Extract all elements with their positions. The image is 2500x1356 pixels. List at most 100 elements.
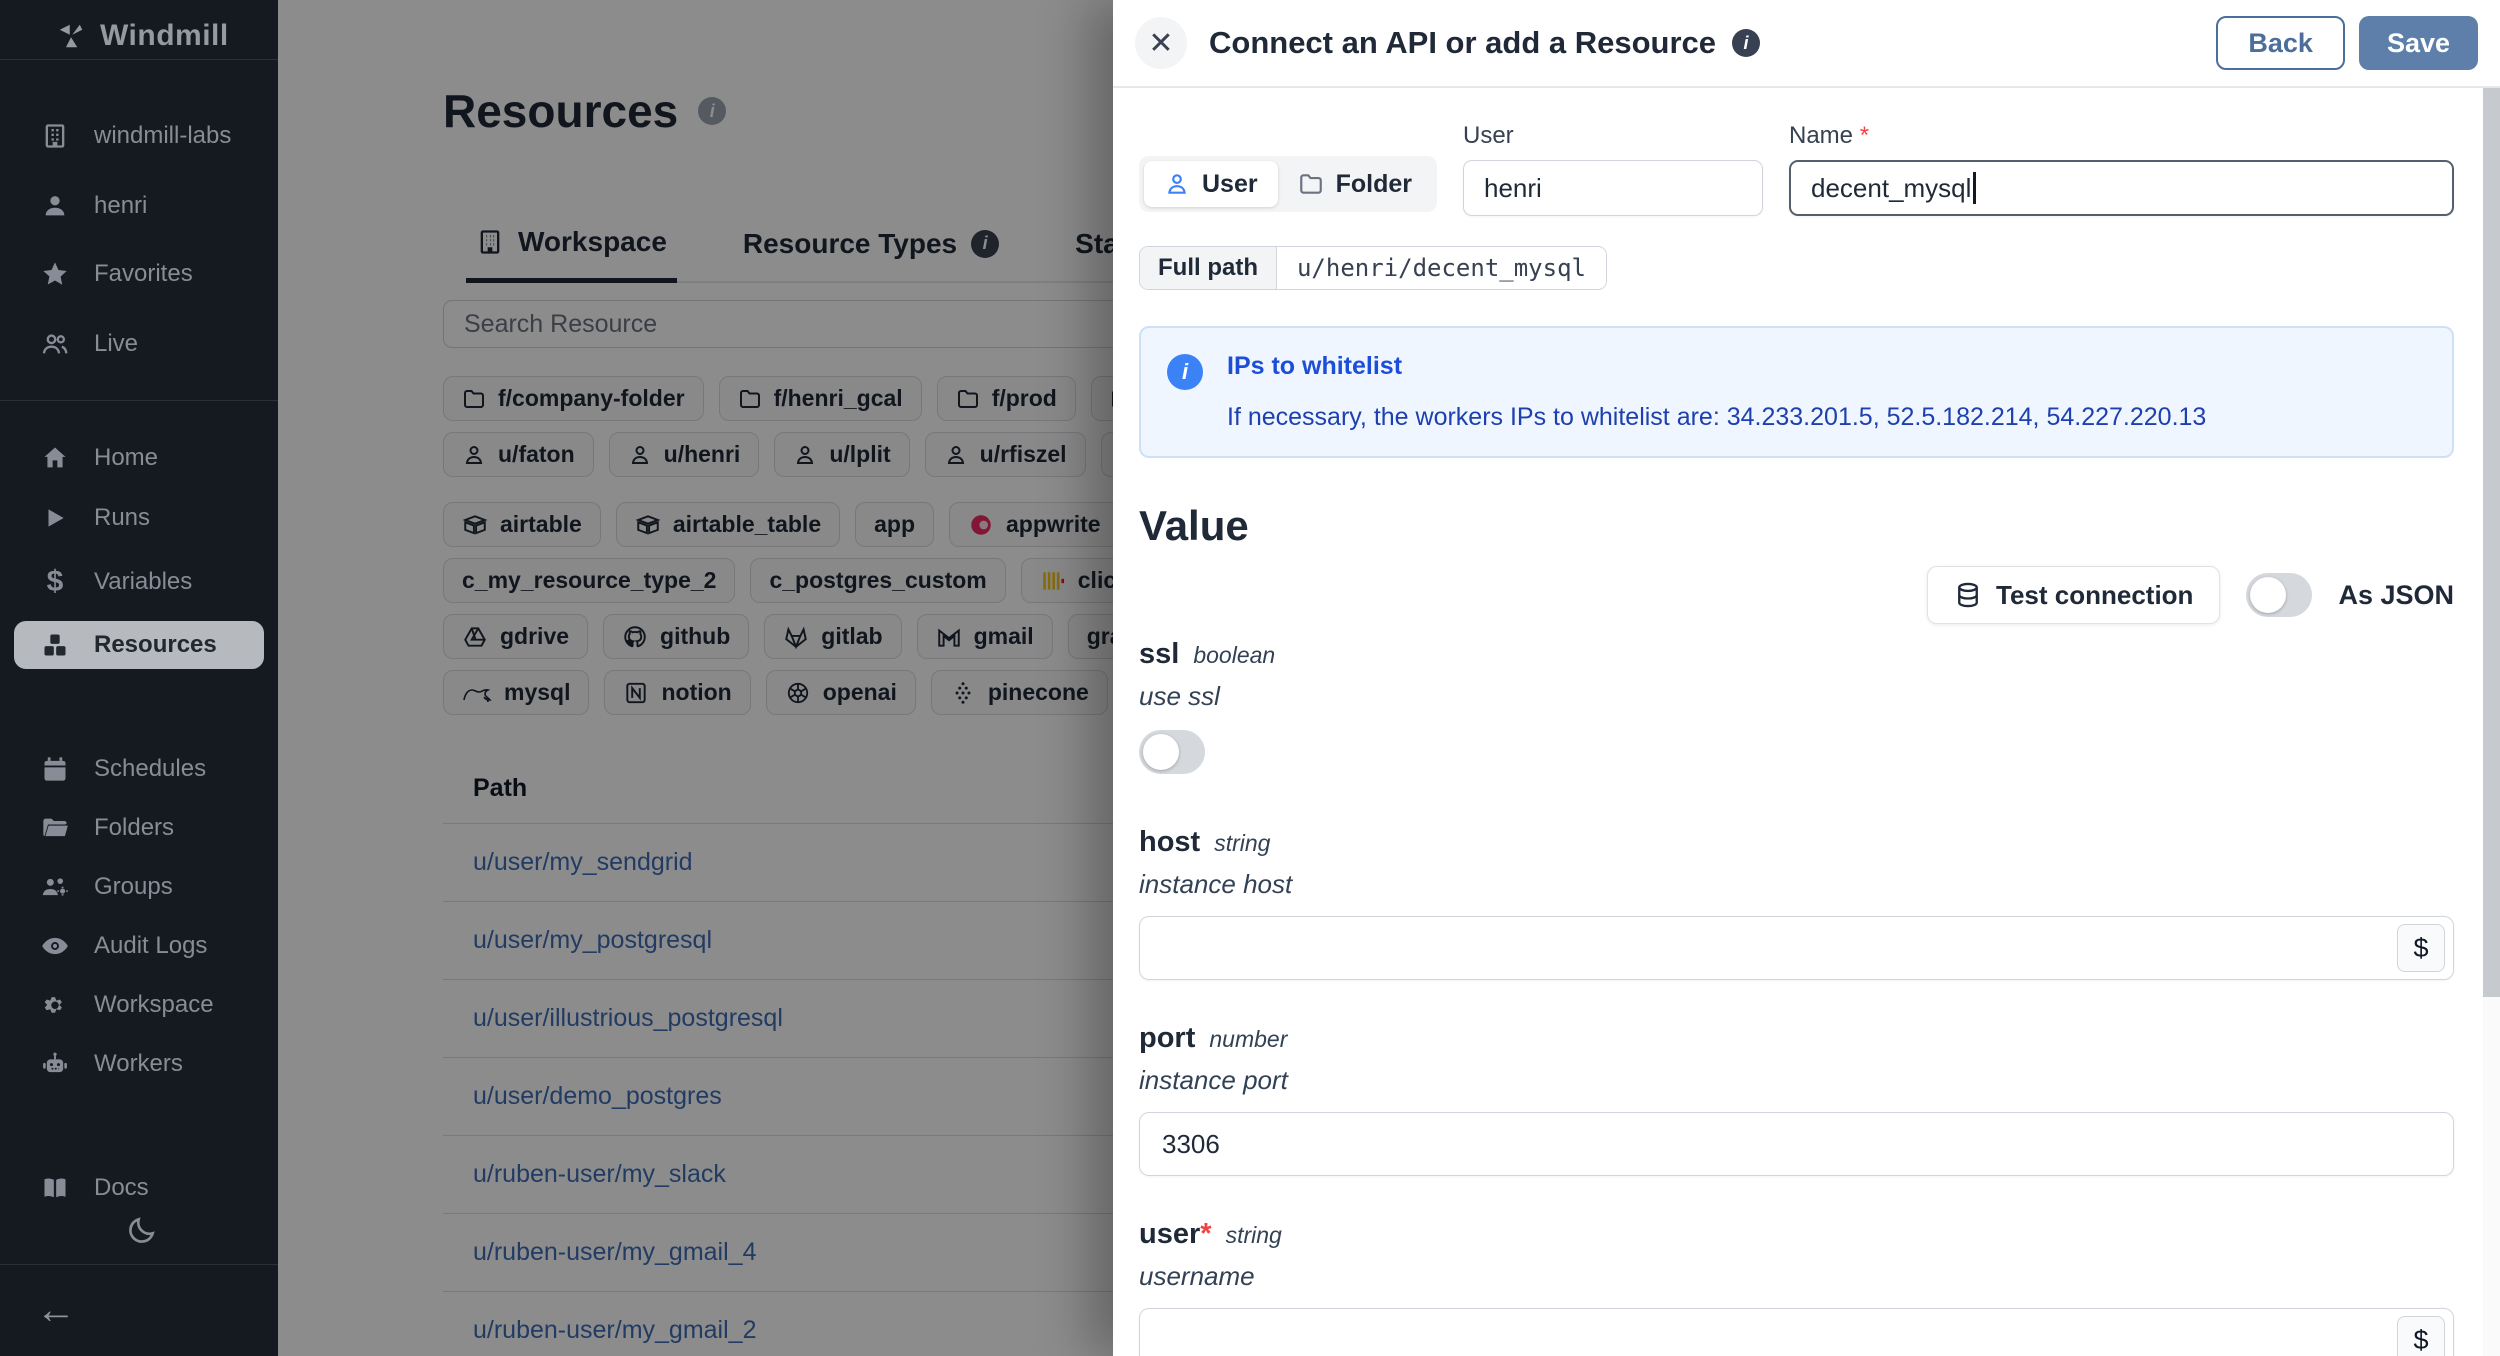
users-icon [40, 329, 70, 359]
sidebar-item-variables[interactable]: $ Variables [40, 558, 193, 606]
full-path-value: u/henri/decent_mysql [1276, 247, 1606, 289]
dark-mode-toggle[interactable] [120, 1208, 164, 1252]
port-input-wrap [1139, 1112, 2454, 1176]
sidebar-item-docs[interactable]: Docs [40, 1164, 149, 1212]
gear-icon [40, 990, 70, 1020]
field-type: boolean [1193, 642, 1276, 668]
field-name: port number [1139, 1022, 1288, 1054]
toggle-knob [1143, 734, 1179, 770]
sidebar-item-live[interactable]: Live [40, 320, 138, 368]
field-description: instance port [1139, 1065, 1288, 1095]
collapse-sidebar-arrow-icon[interactable]: ← [34, 1288, 78, 1332]
host-input-wrap: $ [1139, 916, 2454, 980]
close-icon[interactable]: ✕ [1135, 17, 1187, 69]
eye-icon [40, 931, 70, 961]
user-input[interactable]: henri [1463, 160, 1763, 216]
insert-variable-dollar-button[interactable]: $ [2397, 1316, 2445, 1356]
owner-kind-user[interactable]: User [1144, 161, 1278, 207]
user-field-label: User [1463, 122, 1514, 149]
app-logo[interactable]: Windmill [56, 12, 229, 60]
user-icon [40, 191, 70, 221]
sidebar-item-workspace-settings[interactable]: Workspace [40, 981, 214, 1029]
drawer-info-icon[interactable]: i [1732, 29, 1761, 57]
drawer-scrollbar-thumb[interactable] [2483, 88, 2500, 997]
sidebar-item-workspace-switcher[interactable]: windmill-labs [40, 112, 231, 160]
database-icon [1958, 582, 1978, 608]
folder-icon [1299, 174, 1322, 194]
field-description: username [1139, 1261, 1255, 1291]
sidebar-item-label: Folders [94, 814, 175, 841]
drawer-actions: Back Save [2216, 16, 2478, 70]
owner-kind-toggle: User Folder [1139, 156, 1437, 212]
field-type: string [1214, 830, 1271, 856]
field-description: use ssl [1139, 681, 1220, 711]
user-field: User henri [1463, 122, 1763, 216]
sidebar-item-label: windmill-labs [94, 122, 232, 149]
ip-whitelist-title: IPs to whitelist [1227, 352, 1403, 380]
sidebar-item-label: henri [94, 192, 148, 219]
sidebar-item-audit-logs[interactable]: Audit Logs [40, 922, 207, 970]
calendar-icon [40, 754, 70, 784]
windmill-app: Windmill windmill-labs henri Favorites L… [0, 0, 2500, 1356]
owner-name-row: User Folder User henri Name * decent_mys… [1139, 122, 2454, 216]
sidebar-item-groups[interactable]: Groups [40, 863, 173, 911]
ip-whitelist-body: If necessary, the workers IPs to whiteli… [1227, 403, 2207, 431]
text-cursor [1973, 172, 1976, 204]
sidebar-item-workers[interactable]: Workers [40, 1040, 183, 1088]
host-input[interactable] [1139, 916, 2454, 980]
sidebar-item-schedules[interactable]: Schedules [40, 745, 206, 793]
name-field-label: Name * [1789, 122, 1870, 149]
robot-icon [40, 1049, 70, 1079]
sidebar-item-folders[interactable]: Folders [40, 804, 174, 852]
sidebar-item-home[interactable]: Home [40, 434, 158, 482]
name-input[interactable]: decent_mysql [1789, 160, 2454, 216]
sidebar-item-label: Workers [94, 1050, 183, 1077]
drawer-header: ✕ Connect an API or add a Resource i Bac… [1113, 0, 2500, 88]
drawer-title: Connect an API or add a Resource i [1209, 25, 1761, 61]
sidebar-item-label: Runs [94, 504, 151, 531]
field-type: number [1209, 1026, 1288, 1052]
sidebar-item-user[interactable]: henri [40, 182, 147, 230]
drawer-scrollbar[interactable] [2483, 88, 2500, 1356]
field-host: host string instance host $ [1139, 826, 2454, 980]
port-input[interactable] [1139, 1112, 2454, 1176]
full-path-display: Full path u/henri/decent_mysql [1139, 246, 1607, 290]
sidebar-item-label: Live [94, 330, 139, 357]
field-name: ssl boolean [1139, 638, 1276, 670]
sidebar-item-favorites[interactable]: Favorites [40, 250, 193, 298]
as-json-toggle[interactable] [2246, 573, 2313, 617]
sidebar-item-label: Docs [94, 1174, 149, 1201]
save-button[interactable]: Save [2358, 16, 2478, 70]
sidebar-item-label: Schedules [94, 755, 207, 782]
sidebar-item-label: Variables [94, 568, 193, 595]
toggle-knob [2250, 577, 2287, 613]
required-asterisk: * [1200, 1218, 1212, 1250]
ip-whitelist-panel: i IPs to whitelist If necessary, the wor… [1139, 326, 2454, 458]
username-input[interactable] [1139, 1308, 2454, 1356]
windmill-logo-icon [56, 21, 86, 51]
sidebar-divider [0, 1264, 278, 1265]
book-icon [40, 1173, 70, 1203]
required-asterisk: * [1859, 122, 1870, 149]
field-description: instance host [1139, 869, 1293, 899]
field-user: user* string username $ Required [1139, 1218, 2454, 1356]
modal-backdrop[interactable] [278, 0, 1113, 1356]
sidebar-item-runs[interactable]: Runs [40, 494, 150, 542]
sidebar: Windmill windmill-labs henri Favorites L… [0, 0, 278, 1356]
back-button[interactable]: Back [2216, 16, 2345, 70]
field-name: host string [1139, 826, 1271, 858]
add-resource-drawer: ✕ Connect an API or add a Resource i Bac… [1113, 0, 2500, 1356]
as-json-label: As JSON [2338, 579, 2454, 610]
sidebar-item-label: Audit Logs [94, 932, 208, 959]
ssl-toggle[interactable] [1139, 730, 1205, 774]
field-port: port number instance port [1139, 1022, 2454, 1176]
insert-variable-dollar-button[interactable]: $ [2397, 924, 2445, 972]
test-connection-button[interactable]: Test connection [1927, 566, 2221, 624]
owner-kind-folder[interactable]: Folder [1278, 161, 1432, 207]
name-field: Name * decent_mysql [1789, 122, 2454, 216]
sidebar-item-resources[interactable]: Resources [40, 621, 217, 669]
sidebar-item-label: Groups [94, 873, 173, 900]
play-icon [40, 503, 70, 533]
home-icon [40, 443, 70, 473]
field-type: string [1225, 1222, 1282, 1248]
